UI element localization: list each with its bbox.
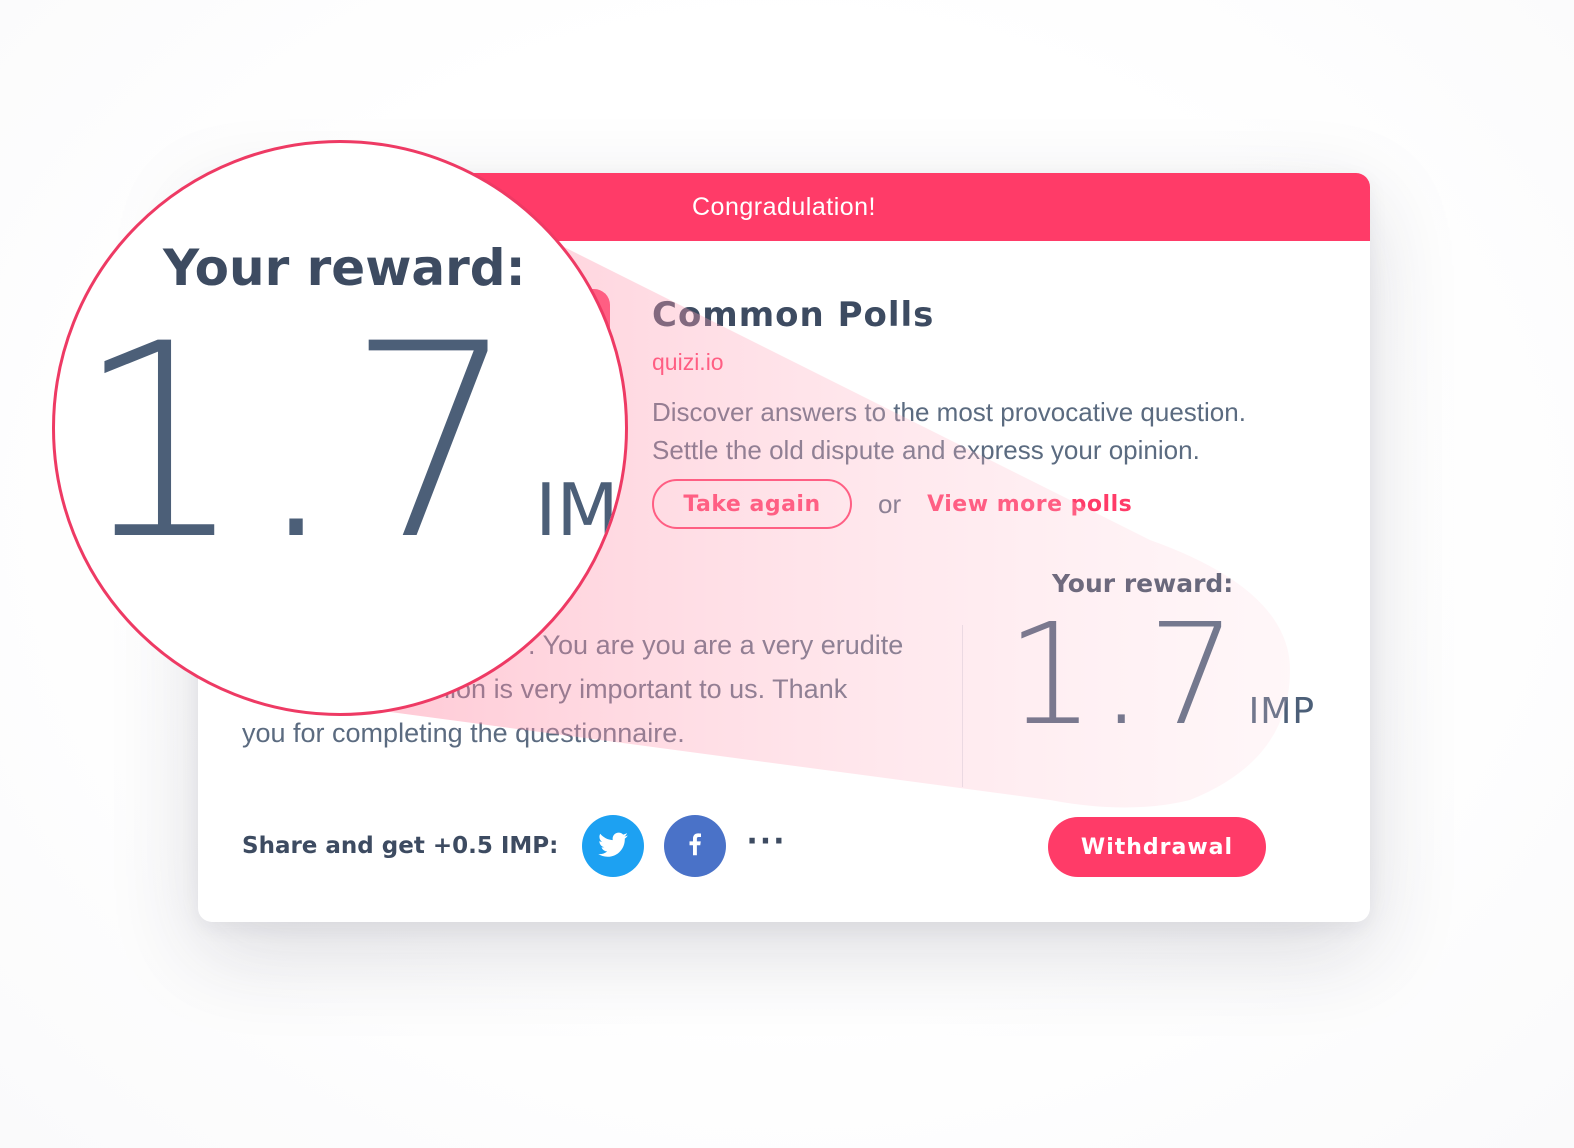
share-row: Share and get +0.5 IMP: ··· xyxy=(242,815,787,877)
twitter-share-button[interactable] xyxy=(582,815,645,877)
thanks-line: you for completing the questionnaire. xyxy=(242,718,685,748)
twitter-icon xyxy=(596,827,630,865)
poll-description-line: Discover answers to the most provocative… xyxy=(652,397,1246,427)
reward-amount: 1.7 IMP xyxy=(1006,601,1315,751)
magnified-reward-unit: IMP xyxy=(535,468,625,552)
take-again-button[interactable]: Take again xyxy=(652,479,852,529)
or-text: or xyxy=(878,488,902,519)
reward-unit: IMP xyxy=(1248,691,1316,732)
magnified-reward-amount: 1.7 IMP xyxy=(75,287,625,599)
magnifier-circle: Your reward: 1.7 IMP xyxy=(52,140,628,716)
vertical-divider xyxy=(962,625,963,787)
magnified-reward-value: 1.7 xyxy=(75,287,526,599)
share-label: Share and get +0.5 IMP: xyxy=(242,833,559,859)
facebook-share-button[interactable] xyxy=(664,815,727,877)
poll-description-line: Settle the old dispute and express your … xyxy=(652,435,1200,465)
withdrawal-button[interactable]: Withdrawal xyxy=(1048,817,1266,877)
header-title: Congradulation! xyxy=(691,192,876,221)
poll-source-link[interactable]: quizi.io xyxy=(652,349,724,376)
reward-value: 1.7 xyxy=(1006,594,1241,757)
poll-actions: Take again or View more polls xyxy=(652,479,1132,529)
poll-description: Discover answers to the most provocative… xyxy=(652,393,1332,469)
stage: Congradulation! Common Polls quizi.io Di… xyxy=(0,0,1574,1148)
facebook-icon xyxy=(680,829,710,863)
more-icon[interactable]: ··· xyxy=(746,824,786,859)
view-more-polls-link[interactable]: View more polls xyxy=(927,492,1132,517)
poll-title: Common Polls xyxy=(652,295,935,335)
